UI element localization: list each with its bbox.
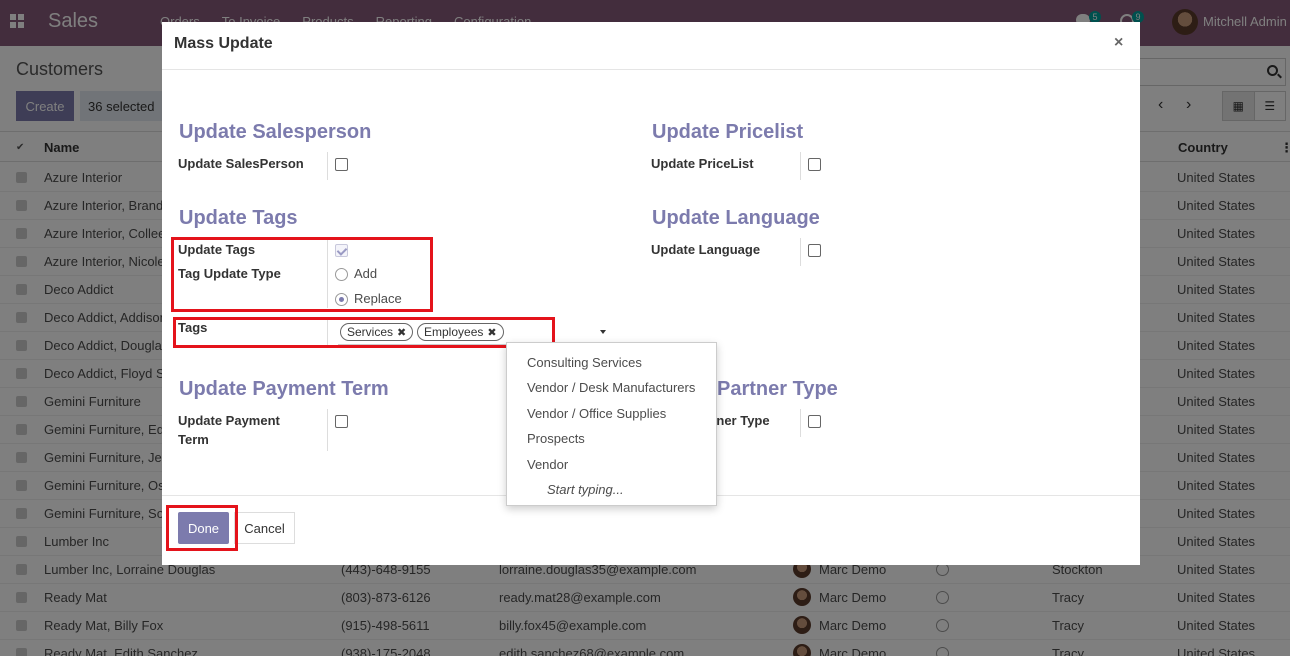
autocomplete-item[interactable]: Vendor / Office Supplies: [527, 406, 666, 421]
highlight-box-done: [166, 505, 238, 551]
section-title-pricelist: Update Pricelist: [652, 121, 804, 143]
section-title-tags: Update Tags: [179, 207, 298, 229]
field-separator: [800, 152, 801, 180]
label-update-language: Update Language: [651, 242, 761, 257]
label-update-pricelist: Update PriceList: [651, 156, 754, 171]
field-separator: [800, 238, 801, 266]
close-icon[interactable]: ×: [1114, 34, 1123, 52]
cancel-button[interactable]: Cancel: [234, 512, 295, 544]
section-title-partner-type: Partner Type: [717, 378, 838, 400]
section-title-payment-term: Update Payment Term: [179, 378, 389, 400]
checkbox-update-partner-type[interactable]: [808, 415, 821, 428]
autocomplete-hint: Start typing...: [547, 482, 624, 497]
tags-autocomplete-dropdown: Consulting Services Vendor / Desk Manufa…: [506, 342, 717, 506]
autocomplete-item[interactable]: Vendor / Desk Manufacturers: [527, 380, 695, 395]
caret-down-icon[interactable]: [600, 330, 606, 334]
autocomplete-item[interactable]: Consulting Services: [527, 355, 642, 370]
autocomplete-item[interactable]: Prospects: [527, 431, 585, 446]
field-separator: [800, 409, 801, 437]
section-title-language: Update Language: [652, 207, 820, 229]
autocomplete-item[interactable]: Vendor: [527, 457, 568, 472]
modal-header: Mass Update ×: [162, 22, 1140, 70]
highlight-box-tags-field: [173, 317, 555, 348]
highlight-box-update-tags: [171, 237, 433, 312]
checkbox-update-pricelist[interactable]: [808, 158, 821, 171]
checkbox-update-salesperson[interactable]: [335, 158, 348, 171]
label-update-salesperson: Update SalesPerson: [178, 156, 304, 171]
section-title-salesperson: Update Salesperson: [179, 121, 372, 143]
modal-title: Mass Update: [174, 35, 273, 52]
field-separator: [327, 152, 328, 180]
checkbox-update-payment-term[interactable]: [335, 415, 348, 428]
label-update-payment-term-line2: Term: [178, 432, 209, 447]
field-separator: [327, 409, 328, 451]
checkbox-update-language[interactable]: [808, 244, 821, 257]
label-update-payment-term-line1: Update Payment: [178, 413, 280, 428]
